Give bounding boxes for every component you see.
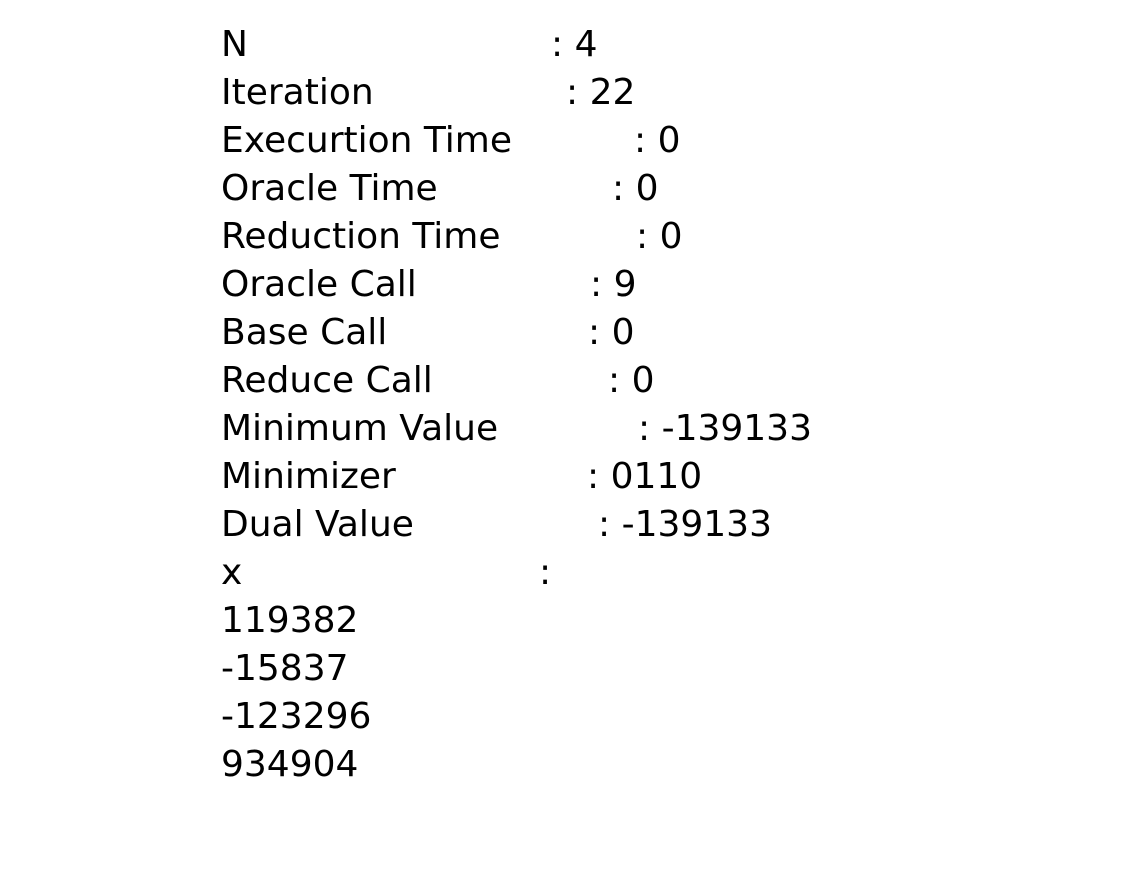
x-vector-value: 119382: [221, 597, 1081, 645]
result-label: Dual Value: [221, 504, 414, 545]
result-value: : 0: [588, 312, 635, 353]
result-value: : 0: [608, 360, 655, 401]
x-value: 934904: [221, 744, 359, 785]
result-label: N: [221, 24, 248, 65]
result-value: : 9: [590, 264, 637, 305]
result-line-dual-value: Dual Value : -139133: [221, 501, 1081, 549]
x-vector-value: 934904: [221, 741, 1081, 789]
x-value: 119382: [221, 600, 359, 641]
result-value: : -139133: [598, 504, 772, 545]
result-value: : 4: [551, 24, 598, 65]
x-vector-value: -123296: [221, 693, 1081, 741]
result-label: Iteration: [221, 72, 374, 113]
result-label: Minimum Value: [221, 408, 499, 449]
result-value: : 0: [612, 168, 659, 209]
result-label: Oracle Call: [221, 264, 417, 305]
result-line-oracle-call: Oracle Call : 9: [221, 261, 1081, 309]
result-label: Execurtion Time: [221, 120, 513, 161]
result-line-reduction-time: Reduction Time : 0: [221, 213, 1081, 261]
console-output: N : 4 Iteration : 22 Execurtion Time : 0…: [221, 21, 1081, 789]
result-line-n: N : 4: [221, 21, 1081, 69]
result-value: : 22: [566, 72, 636, 113]
x-vector-value: -15837: [221, 645, 1081, 693]
result-label: Reduce Call: [221, 360, 433, 401]
result-value: :: [539, 552, 552, 593]
result-value: : 0110: [587, 456, 703, 497]
result-value: : 0: [636, 216, 683, 257]
result-line-base-call: Base Call : 0: [221, 309, 1081, 357]
result-value: : 0: [634, 120, 681, 161]
result-line-execution-time: Execurtion Time : 0: [221, 117, 1081, 165]
result-line-iteration: Iteration : 22: [221, 69, 1081, 117]
result-label: x: [221, 552, 243, 593]
result-label: Oracle Time: [221, 168, 438, 209]
result-line-reduce-call: Reduce Call : 0: [221, 357, 1081, 405]
result-label: Minimizer: [221, 456, 396, 497]
result-line-x: x :: [221, 549, 1081, 597]
result-line-minimum-value: Minimum Value : -139133: [221, 405, 1081, 453]
result-line-minimizer: Minimizer : 0110: [221, 453, 1081, 501]
result-value: : -139133: [638, 408, 812, 449]
result-label: Base Call: [221, 312, 388, 353]
result-line-oracle-time: Oracle Time : 0: [221, 165, 1081, 213]
x-value: -123296: [221, 696, 372, 737]
result-label: Reduction Time: [221, 216, 501, 257]
x-value: -15837: [221, 648, 349, 689]
